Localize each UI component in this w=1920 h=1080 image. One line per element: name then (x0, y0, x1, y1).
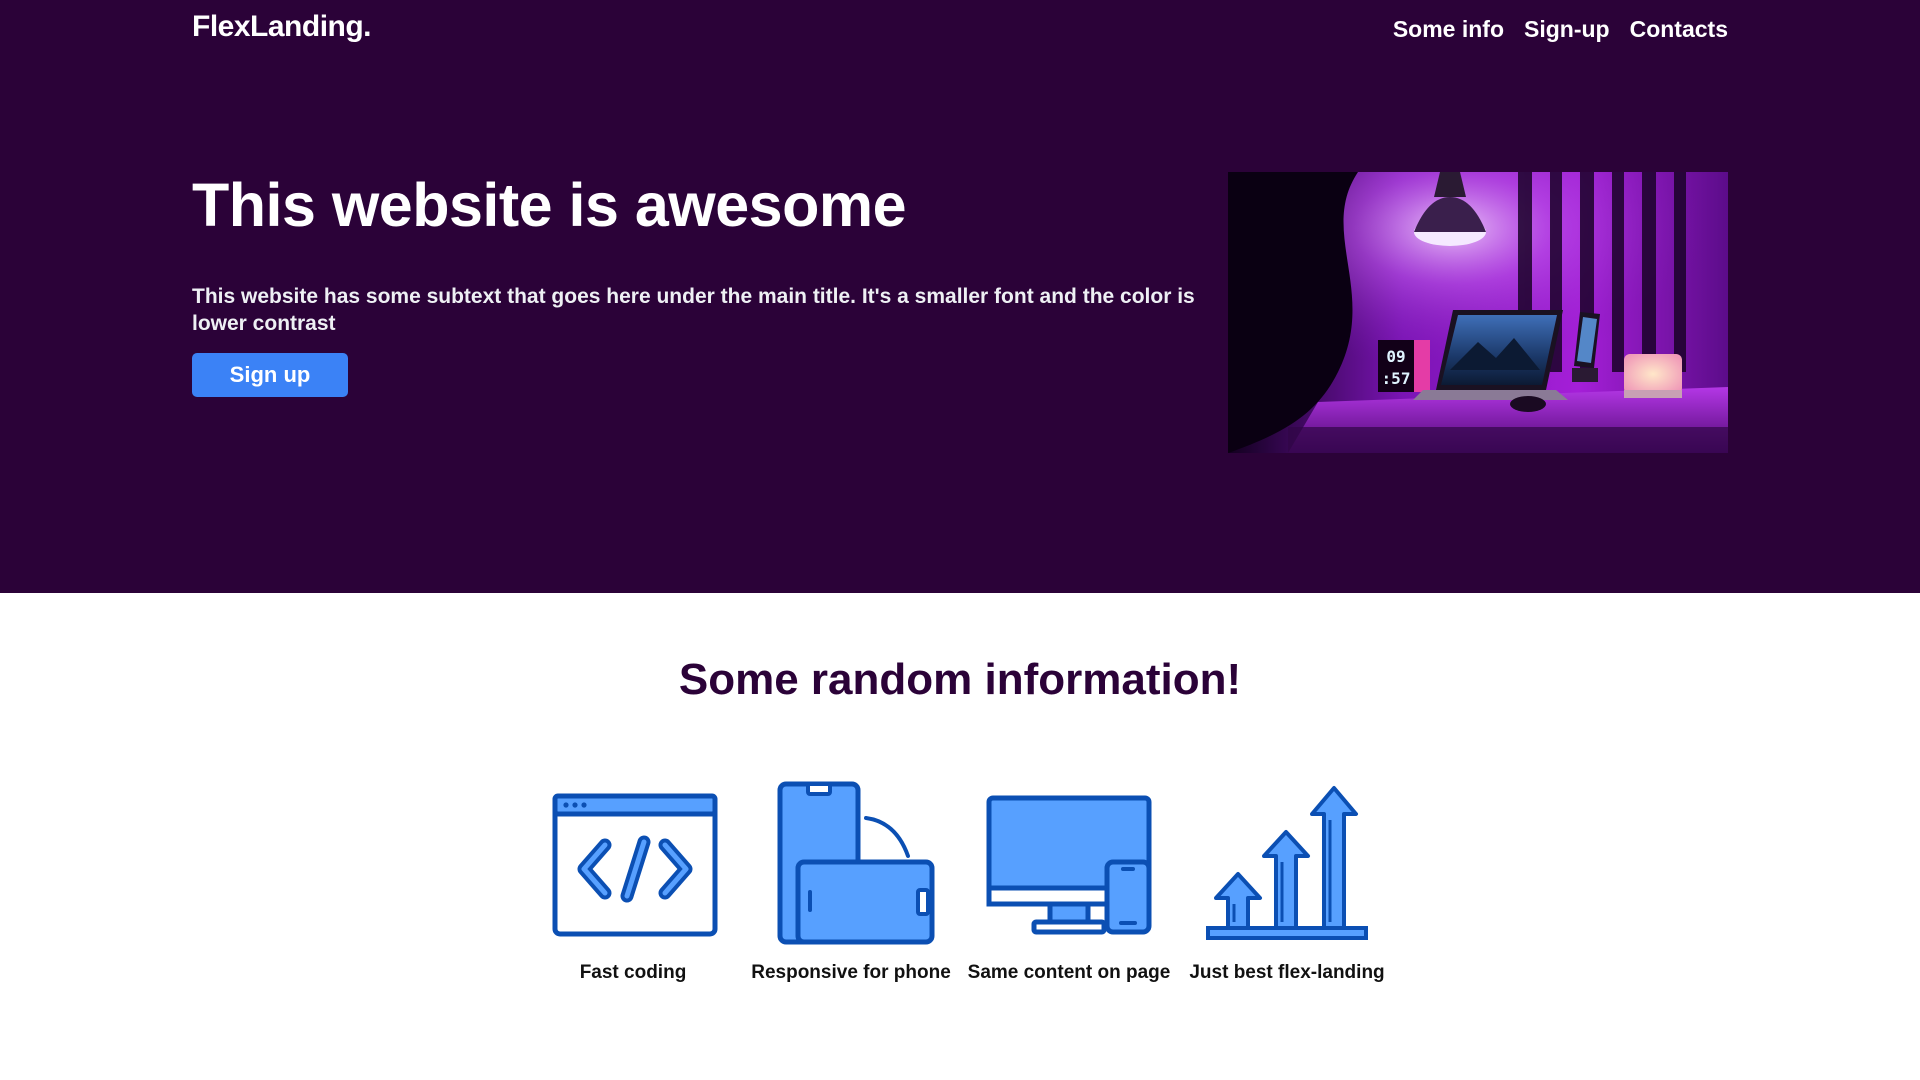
nav-link-contacts[interactable]: Contacts (1630, 16, 1728, 43)
hero-section: FlexLanding. Some info Sign-up Contacts … (0, 0, 1920, 593)
sign-up-button[interactable]: Sign up (192, 353, 348, 397)
feature-label: Responsive for phone (751, 962, 951, 983)
info-section-title: Some random information! (678, 655, 1242, 704)
feature-card: Responsive for phone (742, 780, 960, 984)
feature-label: Just best flex-landing (1189, 962, 1385, 983)
hero-title: This website is awesome (192, 171, 907, 239)
clock-display-top: 09 (1386, 347, 1405, 366)
desk-setup-photo: 09 :57 (1228, 172, 1728, 453)
features-list: Fast coding Responsive for phone Same co… (0, 780, 1920, 984)
hero-image: 09 :57 (1228, 172, 1728, 453)
hero-subtitle: This website has some subtext that goes … (192, 285, 1195, 335)
feature-label: Fast coding (579, 962, 687, 983)
phone-rotate-icon (777, 781, 935, 945)
nav-link-sign-up[interactable]: Sign-up (1524, 16, 1610, 43)
feature-card: Same content on page (960, 780, 1178, 984)
main-nav: Some info Sign-up Contacts (1393, 16, 1728, 43)
clock-display-bottom: :57 (1382, 369, 1411, 388)
feature-label: Same content on page (967, 962, 1171, 983)
monitor-phone-icon (986, 795, 1152, 935)
nav-link-some-info[interactable]: Some info (1393, 16, 1504, 43)
code-window-icon (552, 793, 718, 937)
growth-arrows-icon (1206, 786, 1368, 940)
feature-card: Fast coding (524, 780, 742, 984)
brand-logo[interactable]: FlexLanding. (192, 10, 372, 44)
feature-card: Just best flex-landing (1178, 780, 1396, 984)
